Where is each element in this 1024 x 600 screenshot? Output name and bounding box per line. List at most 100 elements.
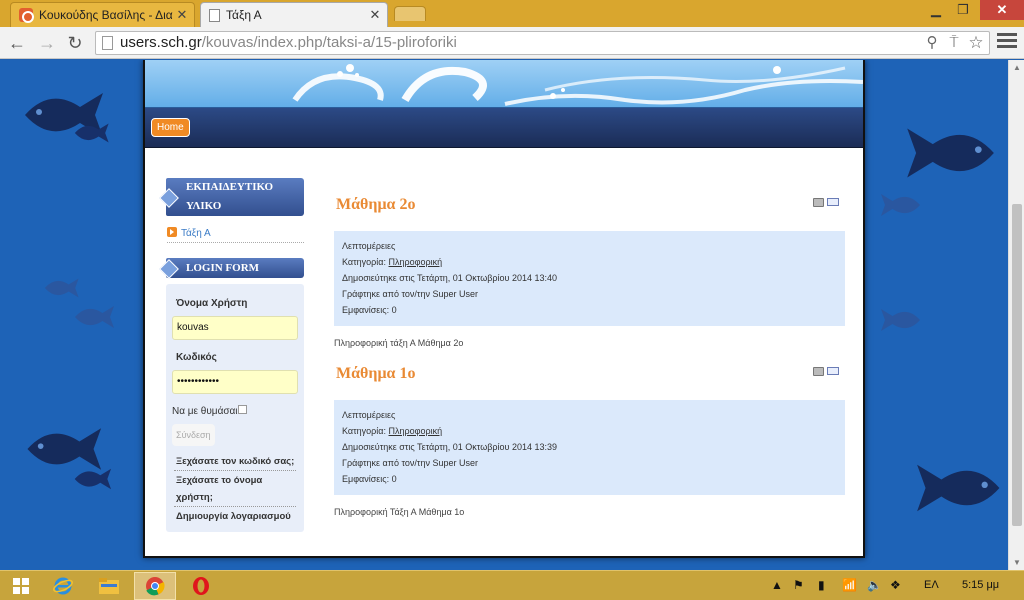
password-label: Κωδικός — [176, 352, 217, 363]
article-title[interactable]: Μάθημα 1ο — [336, 365, 415, 383]
start-button[interactable] — [0, 572, 42, 600]
scroll-up-icon[interactable]: ▲ — [1013, 63, 1021, 72]
action-center-flag-icon[interactable]: ⚑ — [793, 578, 804, 592]
page-icon — [102, 36, 113, 50]
fish-icon — [74, 123, 109, 143]
close-icon[interactable]: ✕ — [367, 7, 383, 23]
details-heading: Λεπτομέρειες — [342, 241, 396, 251]
bullet-arrow-icon — [167, 227, 177, 237]
taskbar-opera[interactable] — [180, 572, 222, 600]
page-viewport: Home ΕΚΠΑΙΔΕΥΤΙΚΟ ΥΛΙΚΟ Τάξη Α LOGIN FOR… — [0, 60, 1008, 570]
url-host: users.sch.gr — [120, 34, 202, 51]
category-label: Κατηγορία: — [342, 257, 386, 267]
article-details: Λεπτομέρειες Κατηγορία: Πληροφορική Δημο… — [334, 231, 845, 326]
fish-icon — [907, 128, 994, 178]
remember-me-checkbox[interactable] — [238, 405, 247, 414]
category-link[interactable]: Πληροφορική — [389, 426, 443, 436]
details-heading: Λεπτομέρειες — [342, 410, 396, 420]
forward-arrow-icon[interactable]: → — [35, 31, 59, 55]
taskbar-chrome[interactable] — [134, 572, 176, 600]
module-title-line: ΕΚΠΑΙΔΕΥΤΙΚΟ — [186, 181, 274, 193]
tray-expand-icon[interactable]: ▲ — [771, 578, 783, 592]
username-label: Όνομα Χρήστη — [176, 298, 248, 309]
address-url[interactable]: users.sch.gr/kouvas/index.php/taksi-a/15… — [120, 32, 457, 54]
password-field[interactable]: •••••••••••• — [172, 370, 298, 394]
internet-explorer-icon — [53, 577, 73, 595]
category-link[interactable]: Πληροφορική — [389, 257, 443, 267]
joomla-favicon-icon — [19, 8, 34, 23]
forgot-username-link[interactable]: Ξεχάσατε το όνομα χρήστη; — [176, 472, 296, 506]
print-icon[interactable] — [813, 198, 824, 207]
address-bar[interactable]: users.sch.gr/kouvas/index.php/taksi-a/15… — [95, 31, 990, 55]
site-banner — [145, 60, 863, 108]
reload-icon[interactable]: ↻ — [63, 31, 87, 55]
tab-title: Κουκούδης Βασίλης - Δια — [39, 8, 173, 22]
network-icon[interactable]: 📶 — [842, 578, 857, 592]
windows-taskbar: ▲ ⚑ ▮ 📶 🔈 ❖ ΕΛ 5:15 μμ — [0, 570, 1024, 600]
minimize-button[interactable]: ▁ — [925, 0, 947, 20]
divider — [174, 470, 296, 471]
dropbox-icon[interactable]: ❖ — [890, 578, 901, 592]
create-account-link[interactable]: Δημιουργία λογαριασμού — [176, 508, 296, 525]
article-actions — [813, 197, 841, 209]
module-title-login: LOGIN FORM — [166, 258, 304, 278]
folder-icon — [99, 578, 119, 594]
article-published: Δημοσιεύτηκε στις Τετάρτη, 01 Οκτωβρίου … — [342, 442, 557, 452]
email-icon[interactable] — [827, 367, 839, 375]
sidebar-item-taxi-a[interactable]: Τάξη Α — [167, 227, 304, 243]
menu-icon[interactable] — [997, 33, 1017, 53]
username-field[interactable]: kouvas — [172, 316, 298, 340]
browser-toolbar: ← → ↻ users.sch.gr/kouvas/index.php/taks… — [0, 27, 1024, 59]
taskbar-file-explorer[interactable] — [88, 572, 130, 600]
article-intro: Πληροφορική Τάξη Α Μάθημα 1ο — [334, 507, 465, 517]
tab-title: Τάξη Α — [226, 8, 262, 22]
browser-tab-1[interactable]: Κουκούδης Βασίλης - Δια ✕ — [10, 2, 195, 27]
login-button[interactable]: Σύνδεση — [172, 424, 215, 446]
new-tab-button[interactable] — [394, 6, 426, 21]
wave-decoration — [292, 64, 863, 106]
close-icon[interactable]: ✕ — [174, 7, 190, 23]
clock[interactable]: 5:15 μμ — [962, 579, 999, 591]
article-author: Γράφτηκε από τον/την Super User — [342, 289, 478, 299]
back-arrow-icon[interactable]: ← — [5, 31, 29, 55]
article-details: Λεπτομέρειες Κατηγορία: Πληροφορική Δημο… — [334, 400, 845, 495]
zoom-icon[interactable]: ⚲ — [922, 33, 942, 53]
fish-icon — [917, 464, 1000, 512]
maximize-button[interactable]: ❐ — [952, 0, 974, 20]
article-category: Κατηγορία: Πληροφορική — [342, 423, 837, 439]
module-title-line: ΥΛΙΚΟ — [186, 200, 222, 212]
window-close-button[interactable]: ✕ — [980, 0, 1024, 20]
opera-icon — [193, 577, 209, 595]
fish-icon — [881, 194, 920, 216]
battery-icon[interactable]: ▮ — [818, 578, 825, 592]
page-favicon-icon — [209, 8, 220, 22]
extension-icon[interactable]: ⍑ — [944, 33, 964, 53]
volume-icon[interactable]: 🔈 — [867, 578, 882, 592]
fish-icon — [74, 468, 112, 490]
language-indicator[interactable]: ΕΛ — [924, 579, 939, 591]
article-intro: Πληροφορική τάξη Α Μάθημα 2ο — [334, 338, 464, 348]
article-published: Δημοσιεύτηκε στις Τετάρτη, 01 Οκτωβρίου … — [342, 273, 557, 283]
forgot-password-link[interactable]: Ξεχάσατε τον κωδικό σας; — [176, 453, 296, 470]
bookmark-star-icon[interactable]: ☆ — [966, 33, 986, 53]
url-path: /kouvas/index.php/taksi-a/15-pliroforiki — [201, 34, 457, 51]
scroll-down-icon[interactable]: ▼ — [1013, 558, 1021, 567]
main-nav: Home — [145, 108, 863, 148]
taskbar-internet-explorer[interactable] — [42, 572, 84, 600]
article-actions — [813, 366, 841, 378]
windows-logo-icon — [13, 578, 29, 594]
remember-me-label: Να με θυμάσαι — [172, 406, 238, 417]
article-title[interactable]: Μάθημα 2ο — [336, 196, 415, 214]
print-icon[interactable] — [813, 367, 824, 376]
fish-icon — [44, 278, 79, 298]
email-icon[interactable] — [827, 198, 839, 206]
sidebar-item-label: Τάξη Α — [181, 228, 211, 239]
fish-icon — [75, 306, 114, 328]
article-hits: Εμφανίσεις: 0 — [342, 305, 397, 315]
page-scrollbar[interactable]: ▲ ▼ — [1008, 60, 1024, 570]
scrollbar-thumb[interactable] — [1012, 204, 1022, 526]
nav-home-button[interactable]: Home — [151, 118, 190, 137]
site-container: Home ΕΚΠΑΙΔΕΥΤΙΚΟ ΥΛΙΚΟ Τάξη Α LOGIN FOR… — [143, 60, 865, 558]
browser-tab-2[interactable]: Τάξη Α ✕ — [200, 2, 388, 27]
category-label: Κατηγορία: — [342, 426, 386, 436]
